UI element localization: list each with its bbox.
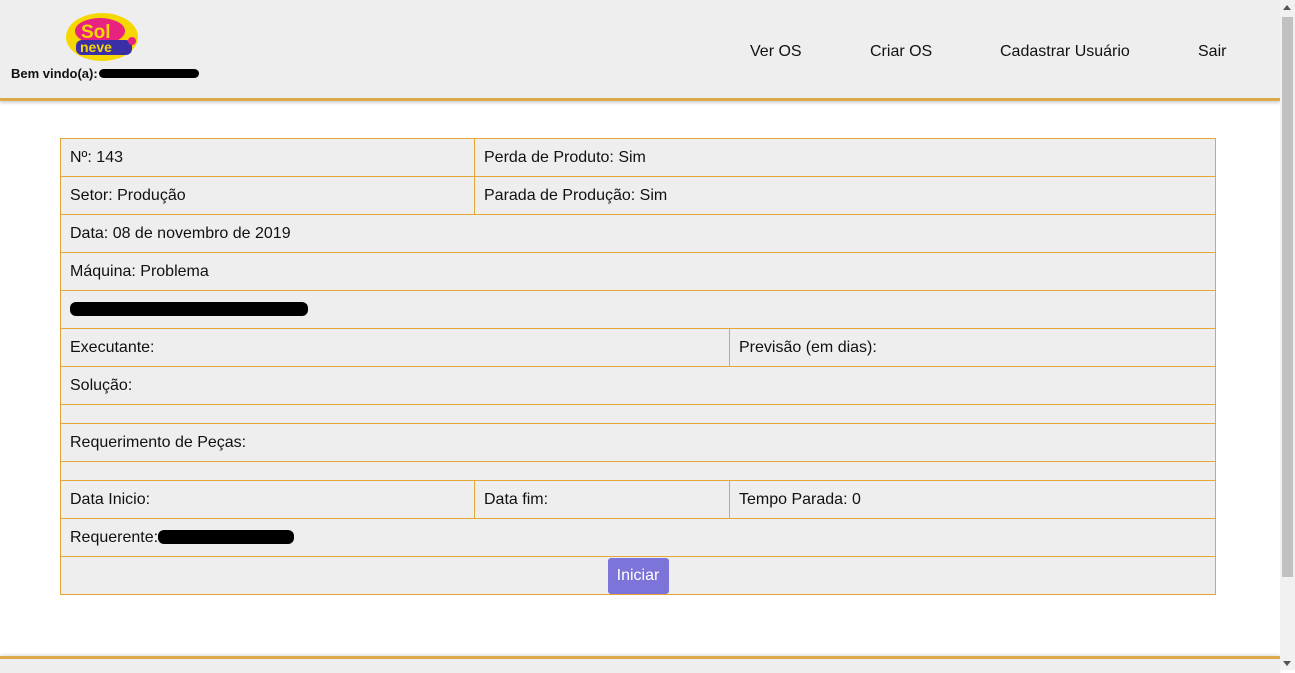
- order-date: Data: 08 de novembro de 2019: [60, 214, 1216, 253]
- solution: Solução:: [60, 366, 1216, 405]
- logo-text-bottom: neve: [80, 39, 112, 55]
- scroll-up-icon[interactable]: [1283, 5, 1291, 10]
- table-row: Data Inicio: Data fim: Tempo Parada: 0: [60, 480, 1216, 519]
- requester: Requerente:: [60, 518, 1216, 557]
- parts-content: [60, 461, 1216, 481]
- vertical-scrollbar[interactable]: [1280, 0, 1295, 670]
- table-row: Máquina: Problema: [60, 252, 1216, 291]
- machine: Máquina: Problema: [60, 252, 1216, 291]
- footer-bar: [0, 656, 1280, 673]
- nav-criar-os[interactable]: Criar OS: [870, 43, 932, 61]
- scroll-down-icon[interactable]: [1283, 661, 1291, 666]
- redacted-requester: [158, 530, 295, 545]
- table-row: Nº: 143 Perda de Produto: Sim: [60, 138, 1216, 177]
- table-row: Iniciar: [60, 556, 1216, 595]
- table-row: [60, 404, 1216, 424]
- executor: Executante:: [60, 328, 730, 367]
- parts-request: Requerimento de Peças:: [60, 423, 1216, 462]
- solution-content: [60, 404, 1216, 424]
- downtime: Tempo Parada: 0: [729, 480, 1216, 519]
- requester-label: Requerente:: [70, 528, 159, 546]
- table-row: Setor: Produção Parada de Produção: Sim: [60, 176, 1216, 215]
- service-order-table: Nº: 143 Perda de Produto: Sim Setor: Pro…: [60, 138, 1216, 595]
- nav-ver-os[interactable]: Ver OS: [750, 43, 802, 61]
- redacted-username: [98, 68, 199, 78]
- nav-cadastrar-usuario[interactable]: Cadastrar Usuário: [1000, 43, 1130, 61]
- start-date: Data Inicio:: [60, 480, 475, 519]
- sector: Setor: Produção: [60, 176, 475, 215]
- sol-neve-logo[interactable]: Sol neve: [64, 11, 140, 63]
- order-number: Nº: 143: [60, 138, 475, 177]
- scrollbar-thumb[interactable]: [1282, 17, 1293, 577]
- product-loss: Perda de Produto: Sim: [474, 138, 1216, 177]
- table-row: Data: 08 de novembro de 2019: [60, 214, 1216, 253]
- start-button[interactable]: Iniciar: [607, 557, 669, 594]
- table-row: Executante: Previsão (em dias):: [60, 328, 1216, 367]
- top-header: Sol neve Bem vindo(a): Ver OS Criar OS C…: [0, 0, 1280, 101]
- redacted-description: [60, 290, 1216, 329]
- table-row: [60, 461, 1216, 481]
- action-cell: Iniciar: [60, 556, 1216, 595]
- redaction-bar: [70, 302, 308, 317]
- nav-sair[interactable]: Sair: [1198, 43, 1226, 61]
- table-row: Requerimento de Peças:: [60, 423, 1216, 462]
- table-row: [60, 290, 1216, 329]
- end-date: Data fim:: [474, 480, 730, 519]
- table-row: Solução:: [60, 366, 1216, 405]
- forecast-days: Previsão (em dias):: [729, 328, 1216, 367]
- production-stop: Parada de Produção: Sim: [474, 176, 1216, 215]
- welcome-label: Bem vindo(a):: [11, 66, 98, 81]
- welcome-message: Bem vindo(a):: [11, 66, 199, 81]
- table-row: Requerente:: [60, 518, 1216, 557]
